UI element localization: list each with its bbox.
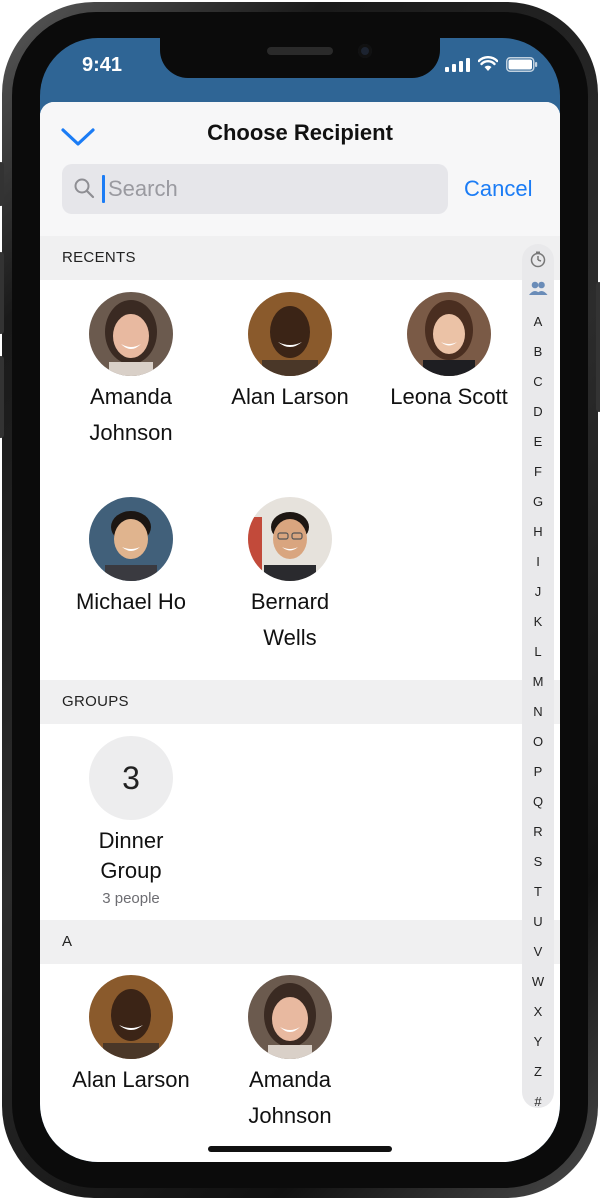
group-name: Dinner [98, 828, 164, 853]
index-letter[interactable]: J [522, 584, 554, 599]
index-letter[interactable]: R [522, 824, 554, 839]
home-indicator[interactable] [208, 1146, 392, 1152]
recipient-sheet: Choose Recipient Cancel RECENTS [40, 102, 560, 1162]
contact-name: Amanda [90, 384, 172, 409]
recents-clock-icon[interactable] [529, 250, 547, 268]
contact-name-line2: Wells [263, 625, 317, 650]
index-letter[interactable]: P [522, 764, 554, 779]
index-letter[interactable]: W [522, 974, 554, 989]
index-letter[interactable]: D [522, 404, 554, 419]
page-title: Choose Recipient [207, 120, 393, 145]
index-letter[interactable]: K [522, 614, 554, 629]
front-camera [358, 44, 372, 58]
status-icons [445, 56, 538, 72]
avatar [248, 497, 332, 581]
index-letter[interactable]: G [522, 494, 554, 509]
index-letter[interactable]: B [522, 344, 554, 359]
speaker [267, 47, 333, 55]
index-letter[interactable]: E [522, 434, 554, 449]
group-count-badge: 3 [89, 736, 173, 820]
index-letter[interactable]: M [522, 674, 554, 689]
recent-contact[interactable]: Michael Ho [46, 497, 216, 623]
volume-up-button [0, 252, 4, 334]
index-letter[interactable]: N [522, 704, 554, 719]
index-letter[interactable]: Q [522, 794, 554, 809]
contact-name: Michael Ho [75, 589, 187, 614]
recent-contact[interactable]: Leona Scott [364, 292, 534, 418]
avatar [89, 292, 173, 376]
contact-name: Amanda [249, 1067, 331, 1092]
group-name-line2: Group [100, 858, 162, 883]
groups-people-icon[interactable] [528, 280, 548, 296]
index-letter[interactable]: O [522, 734, 554, 749]
section-header-a: A [40, 920, 560, 964]
section-header-groups: GROUPS [40, 680, 560, 724]
recent-contact[interactable]: Alan Larson [205, 292, 375, 418]
avatar [407, 292, 491, 376]
status-time: 9:41 [82, 54, 123, 76]
section-index-bar[interactable]: A B C D E F G H I J K L M N O P Q R S T U V W X Y Z # [522, 244, 554, 1109]
contact-item[interactable]: Amanda Johnson [205, 975, 375, 1131]
index-letter[interactable]: U [522, 914, 554, 929]
battery-icon [506, 57, 538, 72]
index-letter[interactable]: X [522, 1004, 554, 1019]
group-item[interactable]: 3 Dinner Group 3 people [46, 736, 216, 907]
search-input[interactable] [104, 164, 442, 214]
contact-name: Leona Scott [390, 384, 508, 409]
index-letter[interactable]: L [522, 644, 554, 659]
cellular-signal-icon [445, 58, 470, 72]
section-header-recents: RECENTS [40, 236, 560, 280]
group-member-count: 3 people [102, 890, 160, 907]
volume-down-button [0, 356, 4, 438]
index-letter[interactable]: S [522, 854, 554, 869]
index-letter[interactable]: A [522, 314, 554, 329]
power-button [596, 282, 600, 412]
index-letter[interactable]: I [522, 554, 554, 569]
screen: 9:41 Choose Recipient Search Cancel RECE… [40, 38, 560, 1162]
avatar [89, 497, 173, 581]
search-icon [74, 178, 95, 199]
index-letter[interactable]: H [522, 524, 554, 539]
index-letter[interactable]: C [522, 374, 554, 389]
contact-name: Alan Larson [72, 1067, 190, 1092]
avatar [248, 975, 332, 1059]
notch [160, 38, 440, 78]
index-letter[interactable]: T [522, 884, 554, 899]
recent-contact[interactable]: Bernard Wells [205, 497, 375, 653]
index-letter[interactable]: # [522, 1094, 554, 1109]
index-letter[interactable]: F [522, 464, 554, 479]
nav-header: Choose Recipient Cancel [40, 102, 560, 237]
contact-name-line2: Johnson [248, 1103, 332, 1128]
contact-name: Bernard [250, 589, 330, 614]
index-letter[interactable]: V [522, 944, 554, 959]
wifi-icon [478, 56, 498, 71]
search-bar[interactable] [62, 164, 448, 214]
contact-name-line2: Johnson [89, 420, 173, 445]
avatar [248, 292, 332, 376]
contact-name: Alan Larson [231, 384, 349, 409]
mute-switch [0, 162, 4, 206]
index-letter[interactable]: Z [522, 1064, 554, 1079]
avatar [89, 975, 173, 1059]
recent-contact[interactable]: Amanda Johnson [46, 292, 216, 448]
cancel-button[interactable]: Cancel [464, 164, 532, 214]
index-letter[interactable]: Y [522, 1034, 554, 1049]
contact-item[interactable]: Alan Larson [46, 975, 216, 1101]
